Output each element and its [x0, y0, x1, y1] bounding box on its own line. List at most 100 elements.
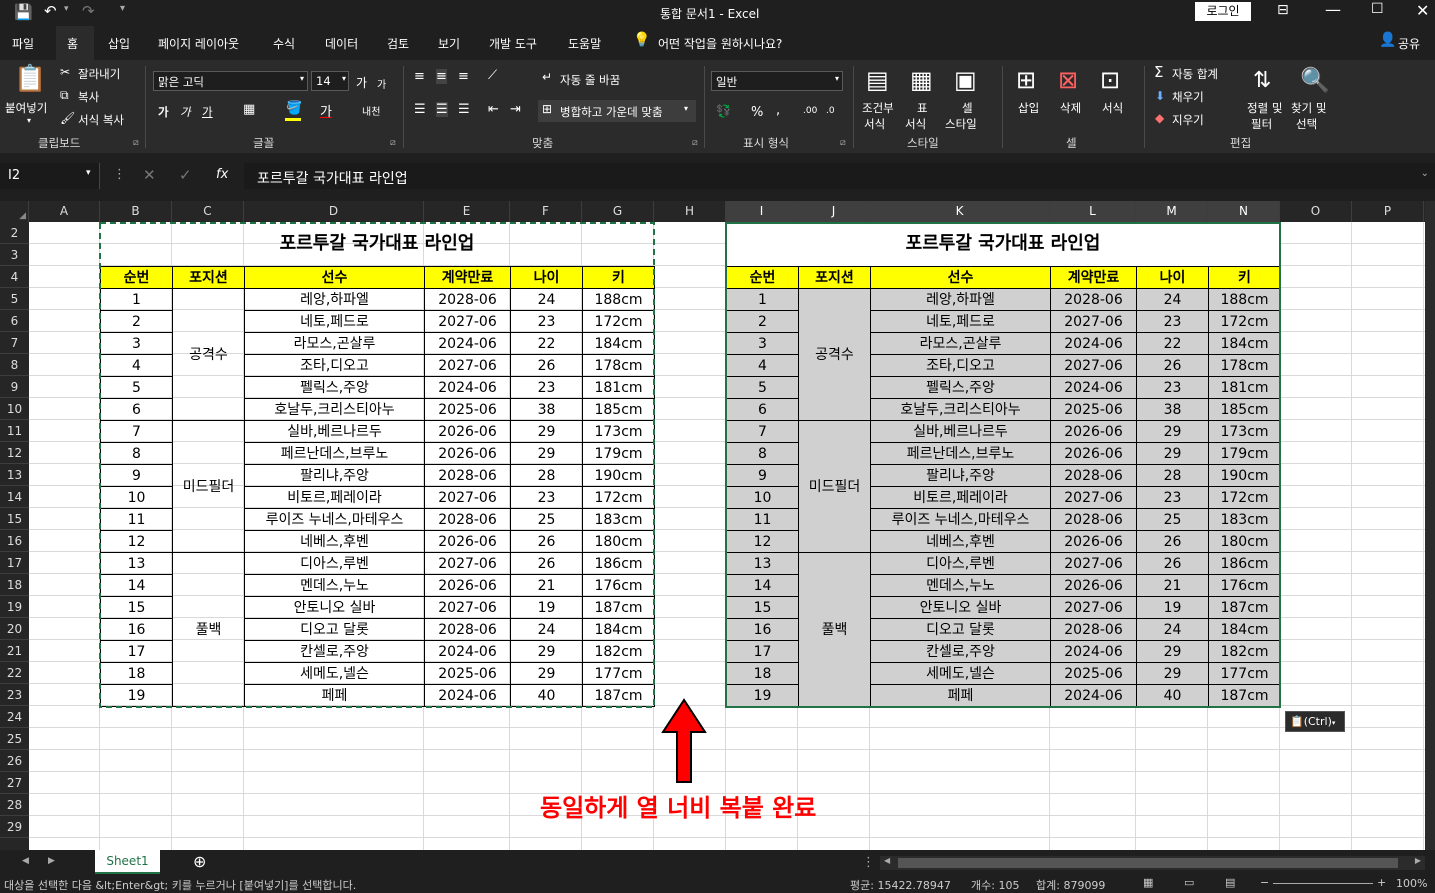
right-table-cell-contract[interactable]: 2026-06: [1050, 420, 1137, 443]
right-table-cell-number[interactable]: 11: [726, 508, 799, 531]
right-table-cell-player[interactable]: 비토르,페레이라: [870, 486, 1051, 509]
right-table-cell-player[interactable]: 펠릭스,주앙: [870, 376, 1051, 399]
right-table-cell-height[interactable]: 185cm: [1208, 398, 1281, 421]
tab-split-icon[interactable]: ⋮: [862, 855, 875, 870]
normal-view-icon[interactable]: ▦: [1143, 876, 1153, 889]
right-table-cell-number[interactable]: 2: [726, 310, 799, 333]
row-header-14[interactable]: 14: [0, 486, 29, 508]
minimize-icon[interactable]: —: [1325, 0, 1341, 19]
format-table-button[interactable]: 표: [917, 100, 928, 116]
cell-styles-icon[interactable]: ▣: [954, 66, 977, 94]
right-table-cell-contract[interactable]: 2026-06: [1050, 442, 1137, 465]
merge-center-button[interactable]: ⊞ 병합하고 가운데 맞춤 ▾: [538, 100, 696, 122]
increase-decimal-icon[interactable]: .00: [803, 106, 817, 116]
right-table-cell-age[interactable]: 23: [1136, 486, 1209, 509]
right-table-header-cell[interactable]: 키: [1208, 266, 1281, 289]
row-header-2[interactable]: 2: [0, 222, 29, 244]
right-table-cell-height[interactable]: 177cm: [1208, 662, 1281, 685]
column-header-i[interactable]: I: [726, 201, 798, 222]
right-table-cell-contract[interactable]: 2025-06: [1050, 398, 1137, 421]
prev-sheet-icon[interactable]: ◀: [22, 856, 29, 866]
right-table-cell-contract[interactable]: 2027-06: [1050, 310, 1137, 333]
paste-button[interactable]: 붙여넣기: [5, 100, 47, 116]
right-table-cell-contract[interactable]: 2028-06: [1050, 508, 1137, 531]
maximize-icon[interactable]: ☐: [1371, 1, 1384, 17]
worksheet-grid[interactable]: 포르투갈 국가대표 라인업 순번 포지션 선수 계약만료 나이 키 1 레앙,하파엘 2028-0…: [29, 222, 1425, 850]
right-table-cell-height[interactable]: 176cm: [1208, 574, 1281, 597]
right-table-header-cell[interactable]: 선수: [870, 266, 1051, 289]
clipboard-icon[interactable]: 📋: [14, 64, 46, 94]
row-header-20[interactable]: 20: [0, 618, 29, 640]
column-header-g[interactable]: G: [582, 201, 654, 222]
align-middle-icon[interactable]: ≡: [436, 69, 447, 84]
column-header-a[interactable]: A: [29, 201, 100, 222]
right-table-cell-player[interactable]: 디오고 달롯: [870, 618, 1051, 641]
decrease-decimal-icon[interactable]: .0: [826, 106, 835, 116]
align-left-icon[interactable]: ☰: [414, 102, 426, 117]
row-header-6[interactable]: 6: [0, 310, 29, 332]
select-all-corner[interactable]: ◢: [0, 201, 29, 222]
right-table-cell-height[interactable]: 172cm: [1208, 486, 1281, 509]
delete-cells-button[interactable]: 삭제: [1060, 100, 1081, 116]
bold-button[interactable]: 가: [158, 104, 169, 120]
right-table-cell-age[interactable]: 29: [1136, 442, 1209, 465]
column-header-f[interactable]: F: [510, 201, 582, 222]
row-header-5[interactable]: 5: [0, 288, 29, 310]
sort-filter-icon[interactable]: ⇅: [1253, 68, 1271, 93]
right-table-cell-player[interactable]: 칸셀로,주앙: [870, 640, 1051, 663]
delete-cells-icon[interactable]: ⊠: [1058, 66, 1078, 94]
horizontal-scrollbar[interactable]: ◀ ▶: [880, 856, 1425, 870]
font-name-select[interactable]: 맑은 고딕 ▾: [153, 71, 308, 91]
right-table-cell-contract[interactable]: 2027-06: [1050, 596, 1137, 619]
right-table-cell-number[interactable]: 17: [726, 640, 799, 663]
tab-view[interactable]: 보기: [438, 35, 460, 52]
right-table-cell-contract[interactable]: 2027-06: [1050, 486, 1137, 509]
zoom-in-icon[interactable]: +: [1377, 876, 1386, 889]
right-table-cell-number[interactable]: 8: [726, 442, 799, 465]
right-table-cell-number[interactable]: 14: [726, 574, 799, 597]
right-table-cell-contract[interactable]: 2024-06: [1050, 332, 1137, 355]
column-header-k[interactable]: K: [870, 201, 1050, 222]
right-table-cell-height[interactable]: 180cm: [1208, 530, 1281, 553]
more-icon[interactable]: ⋮: [113, 167, 126, 182]
right-table-cell-age[interactable]: 26: [1136, 530, 1209, 553]
row-header-8[interactable]: 8: [0, 354, 29, 376]
right-table-cell-height[interactable]: 172cm: [1208, 310, 1281, 333]
next-sheet-icon[interactable]: ▶: [48, 856, 55, 866]
cut-button[interactable]: 잘라내기: [78, 66, 120, 82]
tab-developer[interactable]: 개발 도구: [489, 35, 537, 52]
right-table-cell-player[interactable]: 멘데스,누노: [870, 574, 1051, 597]
right-table-cell-player[interactable]: 실바,베르나르두: [870, 420, 1051, 443]
find-select-icon[interactable]: 🔍: [1300, 66, 1330, 94]
right-table-cell-number[interactable]: 18: [726, 662, 799, 685]
find-select-button[interactable]: 찾기 및: [1291, 100, 1326, 116]
share-button[interactable]: 공유: [1398, 35, 1420, 52]
right-table-cell-age[interactable]: 23: [1136, 376, 1209, 399]
right-table-cell-number[interactable]: 10: [726, 486, 799, 509]
right-table-cell-contract[interactable]: 2026-06: [1050, 530, 1137, 553]
scroll-thumb[interactable]: [898, 858, 1398, 868]
column-header-m[interactable]: M: [1136, 201, 1208, 222]
right-table-cell-age[interactable]: 28: [1136, 464, 1209, 487]
percent-button[interactable]: %: [751, 105, 763, 120]
conditional-format-button[interactable]: 조건부: [862, 100, 894, 116]
format-painter-button[interactable]: 서식 복사: [78, 112, 124, 128]
name-box[interactable]: I2 ▾: [0, 163, 100, 189]
right-table-cell-age[interactable]: 19: [1136, 596, 1209, 619]
right-table-cell-position[interactable]: 공격수: [798, 288, 871, 421]
add-sheet-icon[interactable]: ⊕: [193, 852, 206, 871]
undo-icon[interactable]: ↶: [44, 2, 57, 20]
redo-icon[interactable]: ↷: [82, 2, 95, 20]
right-table-cell-contract[interactable]: 2024-06: [1050, 640, 1137, 663]
right-table-cell-height[interactable]: 184cm: [1208, 618, 1281, 641]
increase-indent-icon[interactable]: ⇥: [510, 102, 521, 117]
font-size-select[interactable]: 14 ▾: [311, 71, 349, 91]
row-header-21[interactable]: 21: [0, 640, 29, 662]
right-table-cell-player[interactable]: 조타,디오고: [870, 354, 1051, 377]
right-table-cell-age[interactable]: 21: [1136, 574, 1209, 597]
column-header-n[interactable]: N: [1208, 201, 1280, 222]
row-header-4[interactable]: 4: [0, 266, 29, 288]
right-table-cell-player[interactable]: 네토,페드로: [870, 310, 1051, 333]
right-table-cell-number[interactable]: 16: [726, 618, 799, 641]
align-top-icon[interactable]: ≡: [414, 69, 425, 84]
